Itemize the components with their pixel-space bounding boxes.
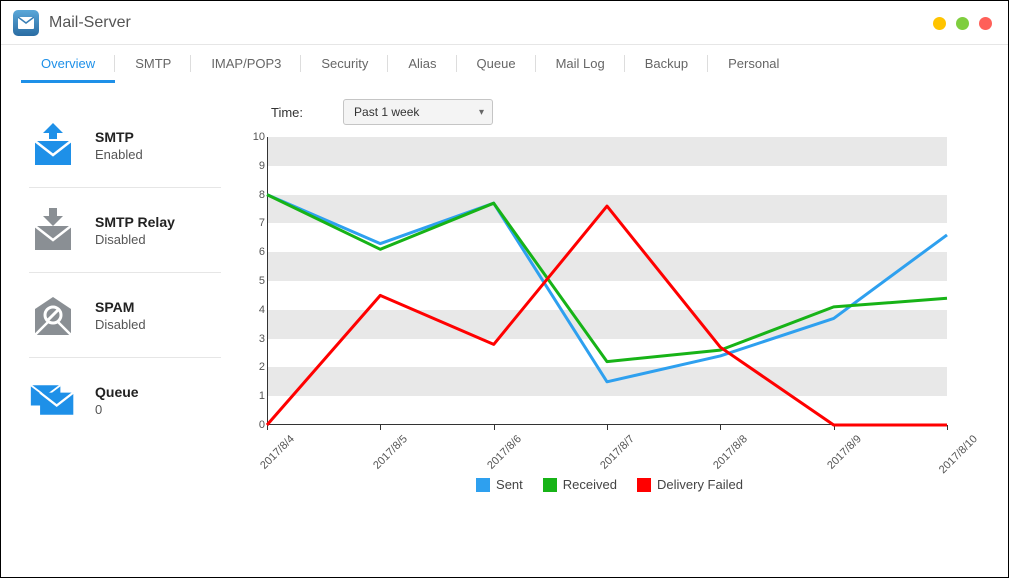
x-tick-mark [267, 425, 268, 430]
x-tick: 2017/8/10 [937, 433, 980, 476]
tab-mail-log[interactable]: Mail Log [536, 45, 625, 82]
chart-lines [267, 137, 947, 425]
sidebar-item-smtp[interactable]: SMTP Enabled [29, 103, 221, 188]
minimize-button[interactable] [933, 17, 946, 30]
tab-security[interactable]: Security [301, 45, 388, 82]
status-title: SMTP Relay [95, 214, 175, 230]
spam-icon [29, 295, 77, 335]
x-tick: 2017/8/4 [258, 433, 297, 472]
y-tick: 1 [245, 390, 265, 402]
y-tick: 9 [245, 160, 265, 172]
legend-received: Received [543, 477, 617, 492]
status-title: Queue [95, 384, 139, 400]
sidebar-item-spam[interactable]: SPAM Disabled [29, 273, 221, 358]
series-sent [267, 195, 947, 382]
legend-label-received: Received [563, 477, 617, 492]
tab-personal[interactable]: Personal [708, 45, 799, 82]
queue-icon [29, 380, 77, 420]
tab-smtp[interactable]: SMTP [115, 45, 191, 82]
legend-swatch-received [543, 478, 557, 492]
y-tick: 8 [245, 189, 265, 201]
tab-queue[interactable]: Queue [457, 45, 536, 82]
sidebar-item-smtp-relay[interactable]: SMTP Relay Disabled [29, 188, 221, 273]
status-title: SPAM [95, 299, 146, 315]
y-tick: 3 [245, 333, 265, 345]
x-tick-mark [720, 425, 721, 430]
close-button[interactable] [979, 17, 992, 30]
sidebar: SMTP Enabled SMTP Relay Disabled SPAM Disab… [1, 83, 231, 577]
y-tick: 2 [245, 361, 265, 373]
tab-imap-pop3[interactable]: IMAP/POP3 [191, 45, 301, 82]
time-range-select[interactable]: Past 1 week ▾ [343, 99, 493, 125]
smtp-out-icon [29, 125, 77, 165]
legend-swatch-sent [476, 478, 490, 492]
x-tick-mark [494, 425, 495, 430]
x-tick: 2017/8/7 [598, 433, 637, 472]
nav-tabs: OverviewSMTPIMAP/POP3SecurityAliasQueueM… [1, 45, 1008, 83]
series-received [267, 195, 947, 362]
x-tick: 2017/8/9 [825, 433, 864, 472]
legend-label-failed: Delivery Failed [657, 477, 743, 492]
tab-alias[interactable]: Alias [388, 45, 456, 82]
y-tick: 4 [245, 304, 265, 316]
chevron-down-icon: ▾ [479, 107, 484, 118]
window-controls [933, 1, 992, 45]
main-panel: Time: Past 1 week ▾ 0 1 2 3 4 5 6 7 8 9 10 2017/8/4… [231, 83, 1008, 577]
legend-swatch-failed [637, 478, 651, 492]
app-title: Mail-Server [49, 14, 131, 32]
chart-legend: Sent Received Delivery Failed [241, 477, 978, 492]
status-title: SMTP [95, 129, 143, 145]
legend-failed: Delivery Failed [637, 477, 743, 492]
status-value: Disabled [95, 317, 146, 332]
y-tick: 5 [245, 275, 265, 287]
y-tick: 0 [245, 419, 265, 431]
y-tick: 6 [245, 246, 265, 258]
status-value: Disabled [95, 232, 175, 247]
x-tick: 2017/8/8 [711, 433, 750, 472]
x-tick: 2017/8/5 [371, 433, 410, 472]
x-tick-mark [380, 425, 381, 430]
x-tick: 2017/8/6 [485, 433, 524, 472]
y-tick: 7 [245, 217, 265, 229]
time-filter-row: Time: Past 1 week ▾ [241, 93, 978, 131]
sidebar-item-queue[interactable]: Queue 0 [29, 358, 221, 442]
x-tick-mark [947, 425, 948, 430]
legend-sent: Sent [476, 477, 523, 492]
tab-overview[interactable]: Overview [21, 45, 115, 82]
smtp-in-icon [29, 210, 77, 250]
legend-label-sent: Sent [496, 477, 523, 492]
tab-backup[interactable]: Backup [625, 45, 708, 82]
status-value: Enabled [95, 147, 143, 162]
time-range-value: Past 1 week [354, 105, 419, 119]
status-value: 0 [95, 402, 139, 417]
title-bar: Mail-Server [1, 1, 1008, 45]
y-tick: 10 [245, 131, 265, 143]
time-label: Time: [271, 105, 303, 120]
chart: 0123456789102017/8/42017/8/52017/8/62017… [241, 137, 978, 487]
maximize-button[interactable] [956, 17, 969, 30]
x-tick-mark [607, 425, 608, 430]
app-icon [13, 10, 39, 36]
